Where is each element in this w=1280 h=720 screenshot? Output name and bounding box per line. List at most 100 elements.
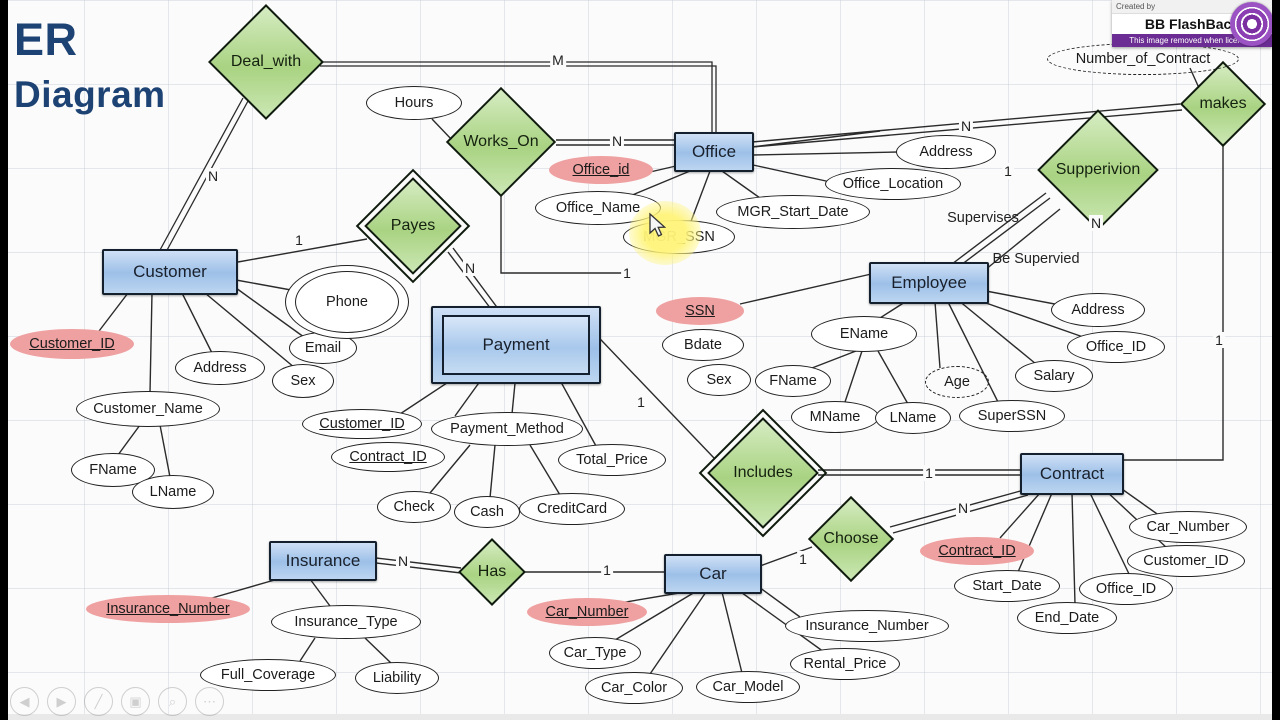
attribute-hours[interactable]: Hours [366, 86, 462, 120]
relationship-label: Choose [823, 530, 879, 547]
attribute-end_date[interactable]: End_Date [1017, 602, 1117, 634]
attribute-mgr_ssn[interactable]: MGR_SSN [623, 220, 735, 254]
attribute-office_id[interactable]: Office_ID [1067, 331, 1165, 363]
cardinality-label: 1 [923, 465, 935, 481]
player-toolbar[interactable]: ◀ ▶ ╱ ▣ ⌕ ⋯ [10, 687, 224, 716]
attribute-car_number[interactable]: Car_Number [527, 598, 647, 626]
attribute-total_price[interactable]: Total_Price [558, 444, 666, 476]
attribute-lname[interactable]: LName [132, 475, 214, 509]
entity-office[interactable]: Office [674, 132, 754, 172]
attribute-check[interactable]: Check [377, 491, 451, 523]
attribute-insurance_type[interactable]: Insurance_Type [271, 605, 421, 639]
attribute-rental_price[interactable]: Rental_Price [790, 648, 900, 680]
attribute-mname[interactable]: MName [791, 401, 879, 433]
cardinality-label: 1 [1213, 332, 1225, 348]
attribute-insurance_number[interactable]: Insurance_Number [785, 610, 949, 642]
attribute-sex[interactable]: Sex [687, 364, 751, 396]
zoom-icon[interactable]: ⌕ [158, 687, 187, 716]
entity-label: Car [699, 564, 727, 583]
attribute-start_date[interactable]: Start_Date [954, 570, 1060, 602]
attribute-label: CreditCard [536, 501, 608, 517]
attribute-car_model[interactable]: Car_Model [696, 671, 800, 703]
attribute-phone[interactable]: Phone [285, 265, 409, 339]
entity-insurance[interactable]: Insurance [269, 541, 377, 581]
attribute-bdate[interactable]: Bdate [662, 329, 744, 361]
attribute-office_id[interactable]: Office_ID [1079, 573, 1173, 605]
cardinality-label: N [958, 118, 974, 134]
attribute-mgr_start_date[interactable]: MGR_Start_Date [716, 195, 870, 229]
attribute-sex[interactable]: Sex [272, 364, 334, 398]
more-icon[interactable]: ⋯ [195, 687, 224, 716]
attribute-superssn[interactable]: SuperSSN [959, 400, 1065, 432]
attribute-customer_id[interactable]: Customer_ID [10, 329, 134, 359]
cardinality-label: N [955, 500, 971, 516]
attribute-cash[interactable]: Cash [454, 496, 520, 528]
attribute-office_id[interactable]: Office_id [549, 156, 653, 184]
attribute-label: Cash [470, 504, 504, 520]
attribute-car_color[interactable]: Car_Color [585, 672, 683, 704]
attribute-ssn[interactable]: SSN [656, 297, 744, 325]
attribute-label: MName [809, 409, 861, 425]
pen-icon[interactable]: ╱ [84, 687, 113, 716]
attribute-creditcard[interactable]: CreditCard [519, 493, 625, 525]
entity-customer[interactable]: Customer [102, 249, 238, 295]
attribute-label: Customer_ID [319, 416, 405, 432]
attribute-address[interactable]: Address [1051, 293, 1145, 327]
attribute-contract_id[interactable]: Contract_ID [331, 442, 445, 472]
attribute-label: SSN [685, 303, 715, 319]
cardinality-label: N [395, 553, 411, 569]
attribute-customer_id[interactable]: Customer_ID [1127, 545, 1245, 577]
attribute-office_name[interactable]: Office_Name [535, 191, 661, 225]
attribute-number_of_contract[interactable]: Number_of_Contract [1047, 43, 1239, 75]
attribute-label: SuperSSN [977, 408, 1047, 424]
cardinality-label: 1 [293, 232, 305, 248]
attribute-customer_id[interactable]: Customer_ID [302, 409, 422, 439]
attribute-label: Age [944, 374, 970, 390]
attribute-liability[interactable]: Liability [355, 662, 439, 694]
attribute-label: LName [889, 410, 937, 426]
entity-employee[interactable]: Employee [869, 262, 989, 304]
shapes-icon[interactable]: ▣ [121, 687, 150, 716]
attribute-label: Contract_ID [349, 449, 427, 465]
attribute-label: Office_Location [842, 176, 944, 192]
attribute-label: Car_Type [563, 645, 627, 661]
cardinality-label: 1 [635, 394, 647, 410]
attribute-car_type[interactable]: Car_Type [549, 637, 641, 669]
attribute-salary[interactable]: Salary [1015, 360, 1093, 392]
cardinality-label: M [550, 52, 566, 68]
attribute-label: Phone [295, 271, 399, 333]
attribute-label: Full_Coverage [220, 667, 316, 683]
attribute-label: FName [769, 373, 817, 389]
attribute-lname[interactable]: LName [875, 402, 951, 434]
relationship-label: Payes [390, 217, 436, 234]
attribute-payment_method[interactable]: Payment_Method [431, 412, 583, 446]
attribute-fname[interactable]: FName [755, 365, 831, 397]
forward-icon[interactable]: ▶ [47, 687, 76, 716]
relationship-label: makes [1199, 95, 1247, 112]
attribute-label: Sex [706, 372, 732, 388]
attribute-car_number[interactable]: Car_Number [1129, 511, 1247, 543]
attribute-label: Email [304, 340, 342, 356]
attribute-label: MGR_Start_Date [737, 204, 849, 220]
attribute-label: Sex [290, 373, 316, 389]
entity-label: Contract [1039, 464, 1105, 483]
attribute-label: Office_ID [1095, 581, 1157, 597]
back-icon[interactable]: ◀ [10, 687, 39, 716]
entity-contract[interactable]: Contract [1020, 453, 1124, 495]
attribute-label: Customer_ID [29, 336, 115, 352]
attribute-ename[interactable]: EName [811, 316, 917, 352]
attribute-age[interactable]: Age [925, 366, 989, 398]
entity-label: Insurance [285, 551, 361, 570]
attribute-insurance_number[interactable]: Insurance_Number [86, 595, 250, 623]
entity-car[interactable]: Car [664, 554, 762, 594]
attribute-office_location[interactable]: Office_Location [825, 168, 961, 200]
entity-payment[interactable]: Payment [431, 306, 601, 384]
attribute-address[interactable]: Address [175, 351, 265, 385]
attribute-label: Car_Number [1146, 519, 1230, 535]
attribute-contract_id[interactable]: Contract_ID [920, 537, 1034, 565]
attribute-address[interactable]: Address [896, 135, 996, 169]
cardinality-label: N [462, 260, 478, 276]
cardinality-label: N [1088, 215, 1104, 231]
attribute-label: LName [149, 484, 197, 500]
attribute-customer_name[interactable]: Customer_Name [76, 391, 220, 427]
